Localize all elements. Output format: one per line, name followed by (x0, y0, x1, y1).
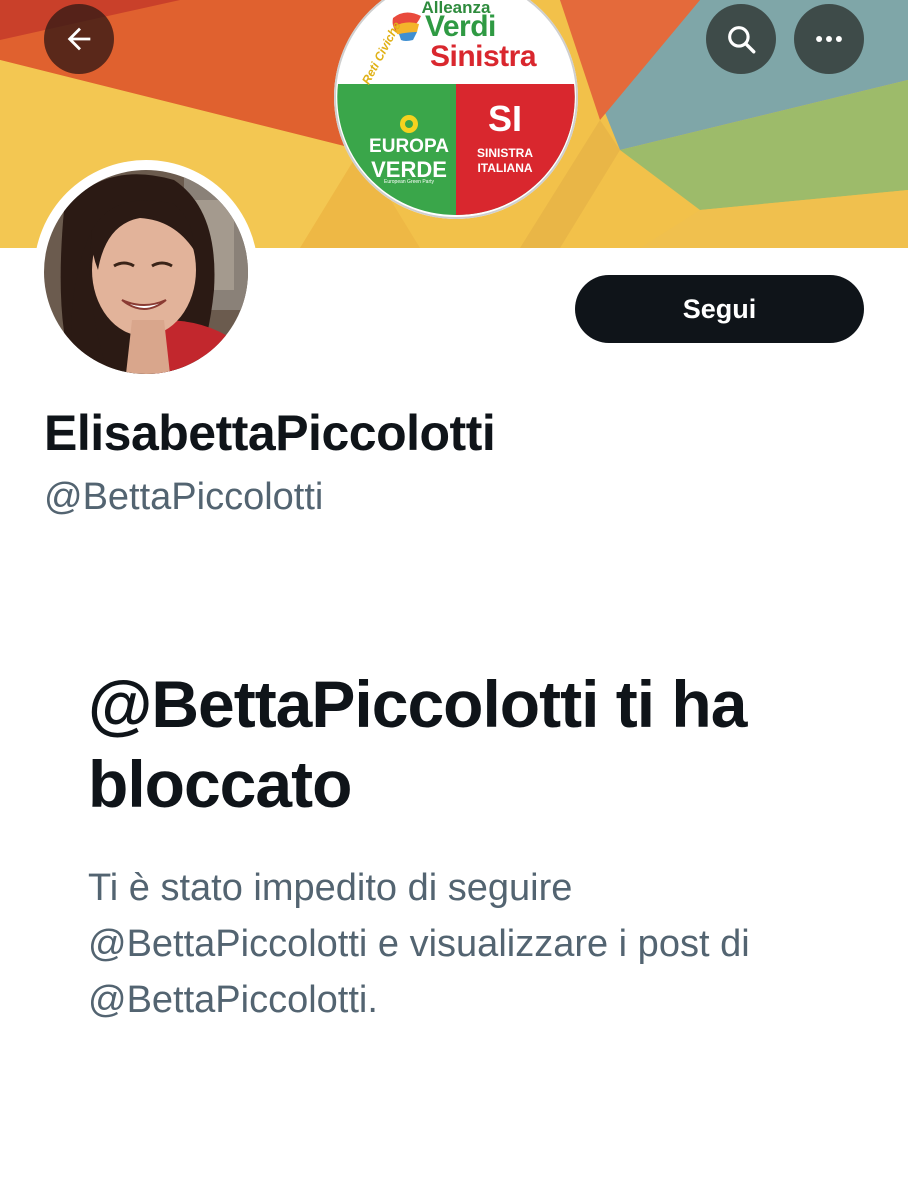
search-button[interactable] (706, 4, 776, 74)
logo-egp-text: European Green Party (383, 179, 435, 185)
blocked-title: @BettaPiccolotti ti ha bloccato (88, 667, 747, 821)
logo-italiana-line: ITALIANA (477, 161, 533, 175)
profile-display-name: ElisabettaPiccolotti (44, 405, 496, 461)
logo-europa-text: EUROPA (369, 136, 449, 157)
logo-verdi-text: Verdi (425, 10, 496, 43)
logo-si-symbol: SI (487, 98, 522, 139)
logo-sinistra-text: Sinistra (429, 40, 537, 73)
follow-button[interactable]: Segui (575, 275, 864, 343)
back-button[interactable] (44, 4, 114, 74)
blocked-description: Ti è stato impedito di seguire @BettaPic… (88, 867, 750, 1021)
profile-handle: @BettaPiccolotti (44, 476, 324, 518)
party-logo: Alleanza Verdi Sinistra Reti Civiche EUR… (333, 0, 579, 220)
arrow-left-icon (67, 27, 91, 51)
search-icon (728, 26, 756, 54)
profile-page: Alleanza Verdi Sinistra Reti Civiche EUR… (0, 0, 908, 1200)
avatar-photo (44, 170, 248, 374)
logo-sinistra-line: SINISTRA (476, 146, 533, 160)
more-horizontal-icon (816, 36, 842, 42)
logo-sinistra-italiana-text: SINISTRA ITALIANA (459, 146, 551, 176)
profile-avatar[interactable] (34, 160, 258, 384)
more-options-button[interactable] (794, 4, 864, 74)
